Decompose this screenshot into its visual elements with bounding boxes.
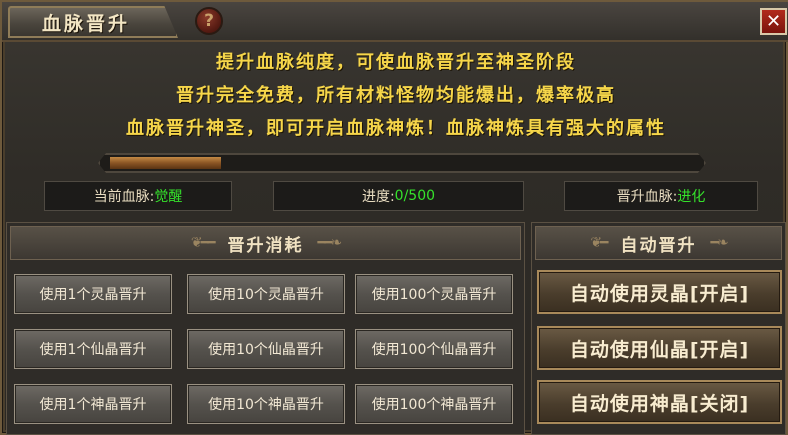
next-bloodline-box: 晋升血脉: 进化 — [564, 181, 758, 211]
current-bloodline-box: 当前血脉: 觉醒 — [44, 181, 232, 211]
next-bloodline-label: 晋升血脉: — [616, 189, 678, 205]
use-100-lingjing-button[interactable]: 使用100个灵晶晋升 — [355, 274, 513, 314]
title-bar[interactable]: 血脉晋升 ? ✕ — [2, 2, 788, 42]
progress-value: 0/500 — [394, 188, 436, 204]
use-10-lingjing-button[interactable]: 使用10个灵晶晋升 — [187, 274, 345, 314]
consume-panel-title: 晋升消耗 — [227, 235, 304, 256]
auto-lingjing-toggle[interactable]: 自动使用灵晶[开启] — [537, 270, 782, 314]
use-100-shenjing-button[interactable]: 使用100个神晶晋升 — [355, 384, 513, 424]
current-bloodline-value: 觉醒 — [154, 189, 183, 205]
use-1-shenjing-button[interactable]: 使用1个神晶晋升 — [14, 384, 172, 424]
ornament-left-icon: ❦━━ — [190, 235, 216, 251]
use-1-xianjing-button[interactable]: 使用1个仙晶晋升 — [14, 329, 172, 369]
current-bloodline-label: 当前血脉: — [93, 189, 155, 205]
use-100-xianjing-button[interactable]: 使用100个仙晶晋升 — [355, 329, 513, 369]
description-line: 血脉晋升神圣，即可开启血脉神炼！血脉神炼具有强大的属性 — [126, 118, 666, 139]
auto-shenjing-toggle[interactable]: 自动使用神晶[关闭] — [537, 380, 782, 424]
use-10-shenjing-button[interactable]: 使用10个神晶晋升 — [187, 384, 345, 424]
next-bloodline-value: 进化 — [677, 189, 706, 205]
description: 提升血脉纯度，可使血脉晋升至神圣阶段 晋升完全免费，所有材料怪物均能爆出，爆率极… — [2, 46, 788, 145]
progress-label: 进度: — [361, 189, 395, 205]
window-title: 血脉晋升 — [41, 12, 130, 35]
progress-fill — [110, 157, 221, 169]
ornament-left-icon: ❦━ — [590, 235, 608, 251]
progress-bar — [98, 153, 706, 173]
auto-panel-header: ❦━ 自动晋升 ━❧ — [535, 226, 782, 260]
description-line: 提升血脉纯度，可使血脉晋升至神圣阶段 — [216, 52, 576, 73]
title-tab: 血脉晋升 — [8, 6, 178, 38]
ornament-right-icon: ━━❧ — [317, 235, 343, 251]
progress-box: 进度: 0/500 — [273, 181, 524, 211]
bloodline-upgrade-window: 血脉晋升 ? ✕ 提升血脉纯度，可使血脉晋升至神圣阶段 晋升完全免费，所有材料怪… — [0, 0, 788, 435]
description-line: 晋升完全免费，所有材料怪物均能爆出，爆率极高 — [176, 85, 616, 106]
auto-xianjing-toggle[interactable]: 自动使用仙晶[开启] — [537, 326, 782, 370]
consume-panel-header: ❦━━ 晋升消耗 ━━❧ — [10, 226, 521, 260]
use-1-lingjing-button[interactable]: 使用1个灵晶晋升 — [14, 274, 172, 314]
auto-panel-title: 自动晋升 — [620, 235, 697, 256]
ornament-right-icon: ━❧ — [710, 235, 729, 251]
close-button[interactable]: ✕ — [760, 8, 787, 35]
use-10-xianjing-button[interactable]: 使用10个仙晶晋升 — [187, 329, 345, 369]
help-icon[interactable]: ? — [195, 7, 223, 35]
